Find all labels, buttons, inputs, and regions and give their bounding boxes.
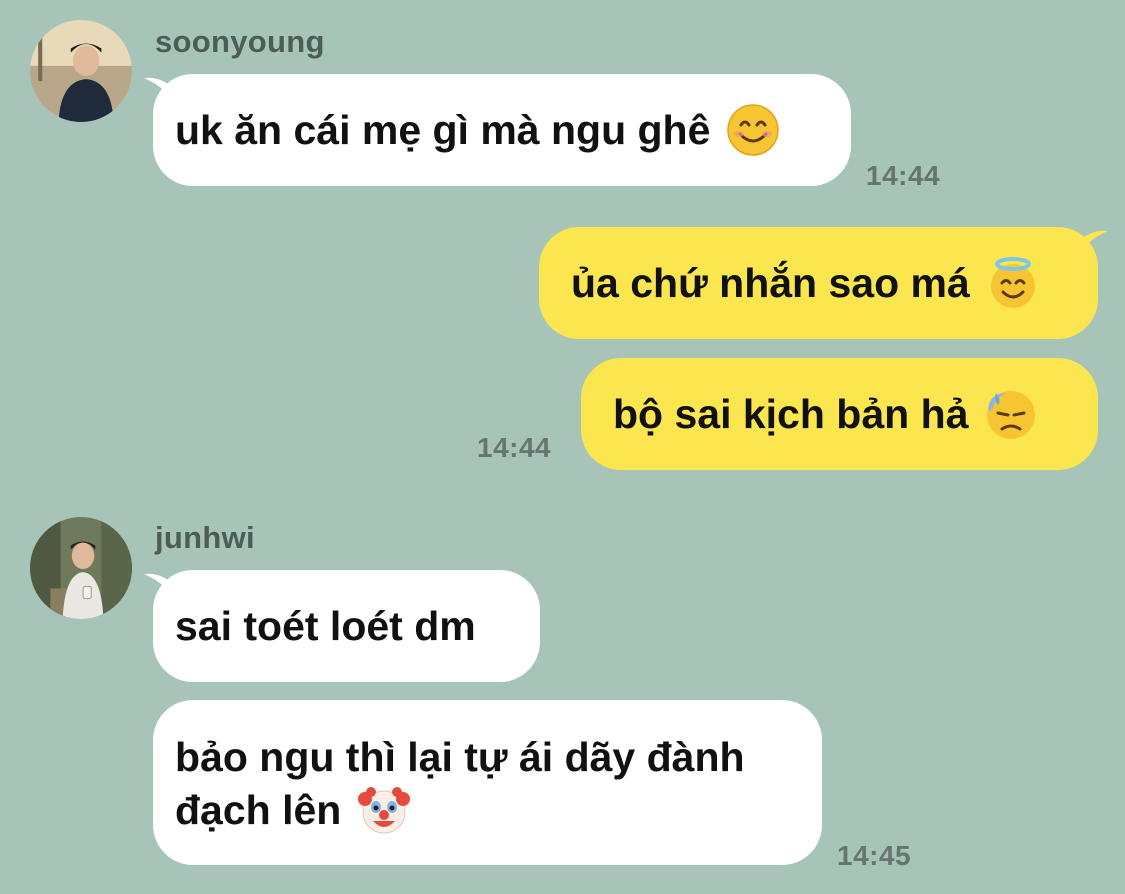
halo-face-icon: [986, 256, 1040, 310]
message-text: bộ sai kịch bản hả: [613, 391, 969, 437]
sender-name: junhwi: [155, 520, 255, 555]
message-text-line: đạch lên: [175, 787, 342, 833]
message-timestamp: 14:45: [837, 840, 912, 871]
smiling-face-icon: [726, 103, 780, 157]
message-timestamp: 14:44: [477, 432, 552, 463]
message-text: ủa chứ nhắn sao má: [571, 260, 970, 306]
message-timestamp: 14:44: [866, 160, 941, 191]
message-bubble-incoming[interactable]: sai toét loét dm: [153, 570, 540, 682]
message-bubble-incoming[interactable]: uk ăn cái mẹ gì mà ngu ghê: [153, 74, 851, 186]
bubble-tail: [1074, 230, 1108, 263]
message-text: sai toét loét dm: [175, 603, 476, 649]
message-text-line: bảo ngu thì lại tự ái dãy đành: [175, 734, 745, 780]
avatar-junhwi[interactable]: [30, 517, 132, 619]
message-bubble-incoming[interactable]: bảo ngu thì lại tự ái dãy đành đạch lên: [153, 700, 822, 865]
avatar-soonyoung[interactable]: [30, 20, 132, 122]
message-bubble-outgoing[interactable]: bộ sai kịch bản hả: [581, 358, 1098, 470]
clown-face-icon: [357, 783, 411, 837]
message-text: uk ăn cái mẹ gì mà ngu ghê: [175, 107, 711, 153]
message-bubble-outgoing[interactable]: ủa chứ nhắn sao má: [539, 227, 1098, 339]
downcast-sweat-face-icon: [984, 387, 1038, 441]
sender-name: soonyoung: [155, 24, 325, 59]
